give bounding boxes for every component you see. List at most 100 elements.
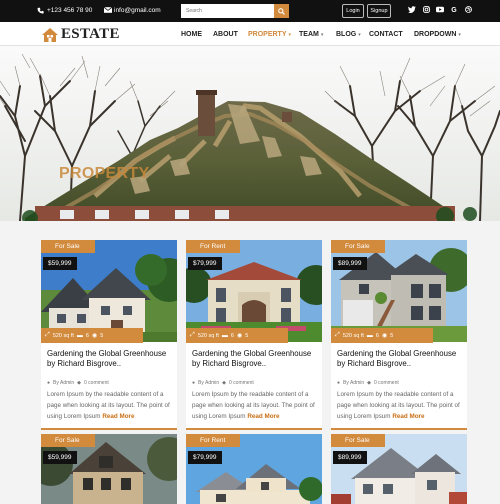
instagram-icon[interactable] bbox=[422, 6, 430, 15]
house-logo-icon bbox=[42, 27, 58, 42]
user-icon: ● bbox=[192, 380, 196, 386]
listing-type-badge: For Rent bbox=[186, 434, 240, 447]
listing-type-badge: For Sale bbox=[331, 434, 385, 447]
listing-type-badge: For Rent bbox=[186, 240, 240, 253]
property-features: ⤢ 520 sq ft ▬ 6 ◉ 5 bbox=[186, 328, 288, 343]
author: By Admin bbox=[53, 380, 75, 386]
nav-item-team-label: TEAM bbox=[299, 31, 319, 38]
price-badge: $89,999 bbox=[333, 257, 367, 270]
property-features: ⤢ 520 sq ft ▬ 6 ◉ 5 bbox=[41, 328, 143, 343]
nav-item-dropdown-label: DROPDOWN bbox=[414, 31, 457, 38]
property-photo[interactable] bbox=[41, 240, 177, 342]
author: By Admin bbox=[343, 380, 365, 386]
chevron-down-icon: ▾ bbox=[320, 32, 324, 38]
chevron-down-icon: ▾ bbox=[358, 32, 361, 38]
baths-value: 5 bbox=[245, 332, 249, 339]
card-accent-line bbox=[331, 428, 467, 430]
nav-item-blog-label: BLOG bbox=[336, 31, 357, 38]
main-navbar: ESTATE HOME ABOUT PROPERTY ▾ TEAM ▾ BLOG ▾ … bbox=[0, 22, 500, 46]
envelope-icon bbox=[103, 6, 113, 14]
hero-house-image bbox=[0, 46, 500, 221]
post-meta: ● By Admin ◆ 0 comment bbox=[47, 380, 109, 386]
chevron-down-icon: ▾ bbox=[288, 32, 292, 38]
nav-item-about[interactable]: ABOUT bbox=[213, 31, 238, 38]
search-input[interactable] bbox=[181, 4, 274, 18]
bed-icon: ▬ bbox=[366, 332, 373, 339]
comment-count: 0 comment bbox=[374, 380, 399, 386]
bath-icon: ◉ bbox=[236, 333, 243, 339]
nav-item-blog[interactable]: BLOG ▾ bbox=[336, 31, 361, 38]
card-accent-line bbox=[186, 428, 322, 430]
phone-contact[interactable]: +123 456 78 90 bbox=[37, 7, 92, 14]
user-icon: ● bbox=[47, 380, 51, 386]
baths-value: 5 bbox=[100, 332, 104, 339]
search-icon bbox=[278, 7, 285, 15]
phone-number: +123 456 78 90 bbox=[47, 7, 93, 14]
read-more-link[interactable]: Read More bbox=[102, 413, 134, 420]
property-card[interactable]: For Sale $59,999 ⤢ 520 sq ft ▬ 6 ◉ 5 Garden… bbox=[41, 240, 177, 430]
bed-icon: ▬ bbox=[221, 332, 228, 339]
chevron-down-icon: ▾ bbox=[458, 32, 461, 38]
nav-item-dropdown[interactable]: DROPDOWN ▾ bbox=[414, 31, 461, 38]
user-icon: ● bbox=[337, 380, 341, 386]
property-photo[interactable] bbox=[186, 240, 322, 342]
price-badge: $59,999 bbox=[43, 451, 77, 464]
property-card[interactable]: For Rent $79,999 bbox=[186, 434, 322, 504]
listing-type-badge: For Sale bbox=[41, 240, 95, 253]
nav-item-property-label: PROPERTY bbox=[248, 31, 287, 38]
social-links: G bbox=[408, 6, 472, 15]
phone-icon bbox=[37, 7, 44, 14]
top-bar: +123 456 78 90 info@gmail.com Login Sign… bbox=[0, 0, 500, 22]
property-card[interactable]: For Sale $89,999 bbox=[331, 434, 467, 504]
price-badge: $79,999 bbox=[188, 451, 222, 464]
area-value: 520 sq ft bbox=[342, 332, 364, 339]
comment-count: 0 comment bbox=[229, 380, 254, 386]
signup-button[interactable]: Signup bbox=[367, 4, 391, 18]
google-icon[interactable]: G bbox=[450, 6, 458, 15]
property-title[interactable]: Gardening the Global Greenhouse by Richa… bbox=[47, 349, 173, 369]
logo-text: ESTATE bbox=[61, 26, 120, 42]
login-button[interactable]: Login bbox=[342, 4, 364, 18]
comment-icon: ◆ bbox=[367, 380, 372, 386]
youtube-icon[interactable] bbox=[436, 6, 444, 15]
property-card[interactable]: For Sale $89,999 ⤢ 520 sq ft ▬ 6 ◉ 5 Garden… bbox=[331, 240, 467, 430]
comment-icon: ◆ bbox=[222, 380, 227, 386]
nav-item-home[interactable]: HOME bbox=[181, 31, 202, 38]
read-more-link[interactable]: Read More bbox=[247, 413, 279, 420]
listing-type-badge: For Sale bbox=[41, 434, 95, 447]
bed-icon: ▬ bbox=[76, 332, 83, 339]
email-address: info@gmail.com bbox=[114, 7, 161, 14]
logo[interactable]: ESTATE bbox=[41, 26, 120, 43]
price-badge: $59,999 bbox=[43, 257, 77, 270]
dribbble-icon[interactable] bbox=[464, 6, 472, 15]
search-box bbox=[181, 4, 289, 18]
property-description: Lorem Ipsum by the readable content of a… bbox=[47, 389, 175, 422]
bath-icon: ◉ bbox=[381, 333, 388, 339]
property-title[interactable]: Gardening the Global Greenhouse by Richa… bbox=[192, 349, 318, 369]
hero-title: PROPERTY bbox=[59, 165, 150, 182]
area-value: 520 sq ft bbox=[52, 332, 74, 339]
property-title[interactable]: Gardening the Global Greenhouse by Richa… bbox=[337, 349, 463, 369]
beds-value: 6 bbox=[85, 332, 89, 339]
nav-item-team[interactable]: TEAM ▾ bbox=[299, 31, 323, 38]
email-contact[interactable]: info@gmail.com bbox=[103, 6, 161, 14]
property-description: Lorem Ipsum by the readable content of a… bbox=[337, 389, 465, 422]
area-icon: ⤢ bbox=[190, 332, 195, 338]
search-button[interactable] bbox=[274, 4, 289, 18]
property-card[interactable]: For Rent $79,999 ⤢ 520 sq ft ▬ 6 ◉ 5 Garden… bbox=[186, 240, 322, 430]
nav-item-property[interactable]: PROPERTY ▾ bbox=[248, 31, 291, 38]
listing-type-badge: For Sale bbox=[331, 240, 385, 253]
price-badge: $89,999 bbox=[333, 451, 367, 464]
area-value: 520 sq ft bbox=[197, 332, 219, 339]
property-card[interactable]: For Sale $59,999 bbox=[41, 434, 177, 504]
property-photo[interactable] bbox=[331, 240, 467, 342]
beds-value: 6 bbox=[230, 332, 234, 339]
area-icon: ⤢ bbox=[335, 332, 340, 338]
property-features: ⤢ 520 sq ft ▬ 6 ◉ 5 bbox=[331, 328, 433, 343]
read-more-link[interactable]: Read More bbox=[392, 413, 424, 420]
twitter-icon[interactable] bbox=[408, 6, 416, 15]
nav-item-contact[interactable]: CONTACT bbox=[369, 31, 403, 38]
property-description: Lorem Ipsum by the readable content of a… bbox=[192, 389, 320, 422]
area-icon: ⤢ bbox=[45, 332, 50, 338]
post-meta: ● By Admin ◆ 0 comment bbox=[337, 380, 399, 386]
